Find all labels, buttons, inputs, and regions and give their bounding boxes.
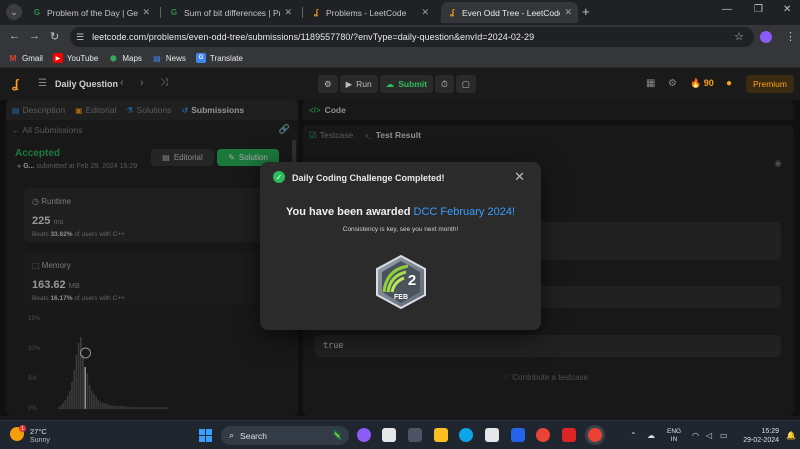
layout-icon[interactable]: ▦ <box>646 78 655 89</box>
window-close-icon[interactable]: ✕ <box>783 4 791 15</box>
address-bar[interactable]: ☰ leetcode.com/problems/even-odd-tree/su… <box>70 27 754 47</box>
system-clock[interactable]: 15:29 29-02-2024 <box>739 427 779 445</box>
prev-question-icon[interactable]: ‹ <box>120 77 124 89</box>
award-text: You have been awarded DCC February 2024! <box>285 206 516 218</box>
submit-button[interactable]: ☁ Submit <box>379 75 434 93</box>
file-explorer-icon[interactable] <box>434 428 448 442</box>
notification-bell-icon[interactable]: 🔔 <box>786 431 796 440</box>
dcc-feb-badge-icon: 2 FEB <box>376 254 426 310</box>
wifi-icon[interactable]: ◠ <box>692 431 699 440</box>
browser-tab-2[interactable]: G Sum of bit differences | Practic ✕ <box>163 2 298 23</box>
cloud-upload-icon: ☁ <box>385 78 395 89</box>
premium-button[interactable]: Premium <box>746 75 794 93</box>
restore-icon[interactable]: ❐ <box>754 4 763 15</box>
url-text[interactable]: leetcode.com/problems/even-odd-tree/subm… <box>92 32 534 42</box>
youtube-icon: ▶ <box>52 53 63 63</box>
profile-avatar[interactable] <box>760 31 772 43</box>
check-circle-icon: ✓ <box>273 171 285 183</box>
avatar[interactable]: ● <box>726 78 732 89</box>
modal-subtitle: Consistency is key, see you next month! <box>342 226 459 233</box>
gfg-icon: G <box>170 8 178 17</box>
menu-kebab-icon[interactable]: ⋮ <box>785 30 796 43</box>
notes-icon[interactable]: ▢ <box>455 75 476 93</box>
bookmark-gmail[interactable]: M Gmail <box>8 53 43 63</box>
tray-chevron-icon[interactable]: ⌃ <box>630 431 637 440</box>
browser-tab-1[interactable]: G Problem of the Day | GeeksforG ✕ <box>26 2 156 23</box>
close-icon[interactable]: ✕ <box>564 7 572 18</box>
debug-icon[interactable]: ⚙ <box>318 75 338 93</box>
search-icon: ⌕ <box>229 430 235 440</box>
timer-icon[interactable]: ⏱ <box>435 75 454 93</box>
bookmarks-bar: M Gmail ▶ YouTube ⬢ Maps ▤ News G Transl… <box>0 49 800 68</box>
leetcode-icon: ʆ <box>313 8 319 17</box>
search-highlight-icon: 🦎 <box>331 430 343 440</box>
gfg-icon: G <box>33 8 41 17</box>
browser-toolbar: ← → ↻ ☰ leetcode.com/problems/even-odd-t… <box>0 25 800 49</box>
run-submit-bar: ⚙ ▶ Run ☁ Submit ⏱ ▢ <box>318 75 476 93</box>
chrome-active-icon[interactable] <box>588 428 602 442</box>
close-icon[interactable]: ✕ <box>421 7 429 18</box>
news-icon: ▤ <box>153 53 161 63</box>
daily-question-title[interactable]: Daily Question <box>55 79 118 89</box>
language-indicator[interactable]: ENG IN <box>667 428 681 444</box>
badge-day: 2 <box>408 272 416 289</box>
browser-tabstrip: ⌄ G Problem of the Day | GeeksforG ✕ G S… <box>0 0 800 25</box>
taskbar-search[interactable]: ⌕ Search 🦎 <box>221 426 349 445</box>
bookmark-news[interactable]: ▤ News <box>152 53 186 63</box>
play-icon: ▶ <box>345 78 353 89</box>
reload-icon[interactable]: ↻ <box>50 30 59 43</box>
chrome-icon[interactable] <box>536 428 550 442</box>
leetcode-header: ʆ ☰ Daily Question ‹ › ⤨ ⚙ ▶ Run ☁ Submit … <box>0 68 800 100</box>
weather-temp[interactable]: 27°C <box>30 427 47 436</box>
next-question-icon[interactable]: › <box>140 77 144 89</box>
browser-tab-3[interactable]: ʆ Problems - LeetCode ✕ <box>305 2 435 23</box>
battery-icon[interactable]: ▭ <box>720 431 728 440</box>
award-badge-link[interactable]: DCC February 2024! <box>414 206 516 218</box>
bookmark-youtube[interactable]: ▶ YouTube <box>52 53 98 63</box>
leetcode-icon: ʆ <box>449 8 455 17</box>
gmail-icon: M <box>9 53 17 63</box>
minimize-icon[interactable]: — <box>722 4 732 15</box>
shuffle-icon[interactable]: ⤨ <box>160 77 168 88</box>
windows-taskbar: 1 27°C Sunny ⌕ Search 🦎 ⌃ ☁ ENG IN ◠ ◁ ▭ … <box>0 420 800 449</box>
leetcode-logo-icon[interactable]: ʆ <box>12 77 24 91</box>
bookmark-star-icon[interactable]: ☆ <box>734 30 744 43</box>
streak-counter[interactable]: 🔥 90 <box>690 78 714 89</box>
site-info-icon[interactable]: ☰ <box>76 32 84 43</box>
close-icon[interactable]: ✕ <box>142 7 150 18</box>
windows-start-icon[interactable] <box>199 429 212 442</box>
store-icon[interactable] <box>485 428 499 442</box>
teams-icon[interactable] <box>408 428 422 442</box>
settings-gear-icon[interactable]: ⚙ <box>668 78 677 89</box>
volume-icon[interactable]: ◁ <box>706 431 712 440</box>
notification-badge: 1 <box>19 425 26 432</box>
dcc-award-modal: ✓ Daily Coding Challenge Completed! ✕ Yo… <box>260 162 541 330</box>
weather-desc[interactable]: Sunny <box>30 437 50 444</box>
run-button[interactable]: ▶ Run <box>339 75 378 93</box>
new-tab-icon[interactable]: + <box>582 4 590 19</box>
back-icon[interactable]: ← <box>9 30 20 42</box>
fire-icon: 🔥 <box>690 78 702 88</box>
problem-list-icon[interactable]: ☰ <box>38 78 47 89</box>
copilot-icon[interactable] <box>357 428 371 442</box>
tab-search-icon[interactable]: ⌄ <box>6 4 22 20</box>
cloud-icon[interactable]: ☁ <box>647 431 655 440</box>
browser-tab-4-active[interactable]: ʆ Even Odd Tree - LeetCode ✕ <box>441 2 578 23</box>
close-icon[interactable]: ✕ <box>514 169 525 185</box>
modal-title: Daily Coding Challenge Completed! <box>292 173 445 183</box>
edge-icon[interactable] <box>459 428 473 442</box>
badge-month: FEB <box>394 294 408 301</box>
close-icon[interactable]: ✕ <box>284 7 292 18</box>
translate-icon: G <box>195 53 206 63</box>
app-icon[interactable] <box>562 428 576 442</box>
task-view-icon[interactable] <box>382 428 396 442</box>
maps-icon: ⬢ <box>109 53 117 63</box>
vscode-icon[interactable] <box>511 428 525 442</box>
bookmark-translate[interactable]: G Translate <box>195 53 243 63</box>
bookmark-maps[interactable]: ⬢ Maps <box>108 53 142 63</box>
forward-icon[interactable]: → <box>29 30 40 42</box>
